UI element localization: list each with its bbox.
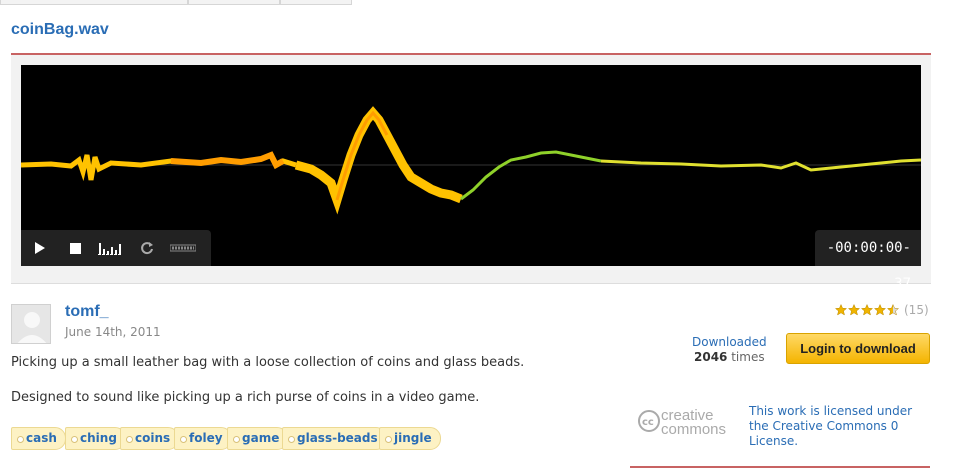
- download-number: 2046: [694, 350, 728, 364]
- star-icon: [874, 304, 886, 316]
- tag-cash[interactable]: cash: [11, 427, 66, 450]
- top-tab[interactable]: [188, 0, 280, 5]
- rating-count: (15): [904, 303, 929, 317]
- star-icon: [848, 304, 860, 316]
- upload-date: June 14th, 2011: [65, 325, 161, 339]
- license-text[interactable]: This work is licensed under the Creative…: [749, 404, 919, 449]
- star-icon: [861, 304, 873, 316]
- creative-commons-logo[interactable]: cc creative commons: [637, 406, 737, 438]
- avatar[interactable]: [11, 304, 51, 344]
- stop-icon[interactable]: [66, 239, 84, 257]
- tag-foley[interactable]: foley: [174, 427, 232, 450]
- play-icon[interactable]: [31, 239, 49, 257]
- top-tabs: [0, 0, 966, 6]
- tag-coins[interactable]: coins: [120, 427, 180, 450]
- rating[interactable]: (15): [835, 302, 929, 318]
- downloaded-label[interactable]: Downloaded: [692, 335, 767, 349]
- spectrum-icon[interactable]: [98, 239, 122, 257]
- svg-text:cc: cc: [642, 417, 654, 428]
- username-link[interactable]: tomf_: [65, 303, 109, 321]
- cc-logo-text: commons: [661, 421, 726, 436]
- loop-icon[interactable]: [138, 239, 156, 257]
- downloaded-count: 2046 times: [694, 350, 765, 364]
- sound-title[interactable]: coinBag.wav: [11, 21, 109, 39]
- time-display: -00:00:00-37: [815, 230, 921, 292]
- bottom-divider: [630, 466, 930, 470]
- tag-ching[interactable]: ching: [65, 427, 126, 450]
- volume-icon[interactable]: [169, 239, 197, 257]
- tag-jingle[interactable]: jingle: [379, 427, 441, 450]
- tag-glass-beads[interactable]: glass-beads: [282, 427, 387, 450]
- description-line: Picking up a small leather bag with a lo…: [11, 355, 525, 370]
- login-to-download-button[interactable]: Login to download: [786, 333, 930, 364]
- star-icon: [835, 304, 847, 316]
- tag-game[interactable]: game: [227, 427, 289, 450]
- download-suffix: times: [727, 350, 765, 364]
- top-tab[interactable]: [0, 0, 188, 5]
- description-line: Designed to sound like picking up a rich…: [11, 390, 480, 405]
- player-controls: [21, 230, 211, 266]
- top-tab[interactable]: [280, 0, 352, 5]
- half-star-icon: [887, 304, 899, 316]
